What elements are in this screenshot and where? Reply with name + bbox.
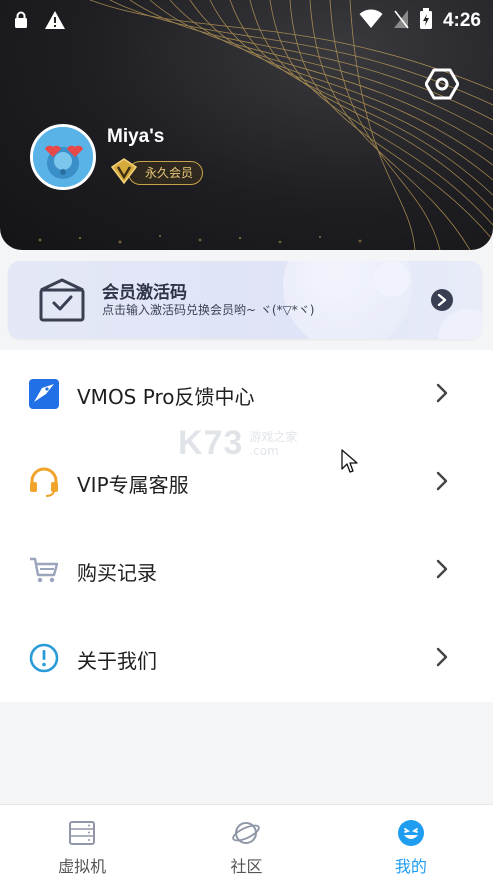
membership-label: 永久会员 <box>128 161 204 185</box>
diamond-vip-icon <box>110 157 138 189</box>
tab-label: 我的 <box>394 857 427 876</box>
username: Miya's <box>107 126 165 147</box>
clock: 4:26 <box>442 10 481 31</box>
activation-title: 会员激活码 <box>102 283 187 303</box>
menu-item-vip-service[interactable]: VIP专属客服 <box>0 438 493 526</box>
battery-charging-icon <box>419 8 433 34</box>
menu-label: VMOS Pro反馈中心 <box>77 385 255 409</box>
smile-face-icon <box>396 819 426 847</box>
tab-label: 社区 <box>230 857 263 876</box>
chevron-right-icon <box>436 383 448 407</box>
no-signal-icon <box>393 9 409 33</box>
gift-box-check-icon <box>38 276 86 326</box>
activation-arrow-icon <box>431 289 453 311</box>
menu-label: VIP专属客服 <box>77 473 189 497</box>
activation-code-card[interactable]: 会员激活码 点击输入激活码兑换会员哟~ ヾ(*▽*ヾ) <box>8 261 482 339</box>
chevron-right-icon <box>436 647 448 671</box>
menu-item-purchase-history[interactable]: 购买记录 <box>0 526 493 614</box>
profile-header: 4:26 Miya's 永久会员 <box>0 0 493 250</box>
chevron-right-icon <box>436 559 448 583</box>
settings-button[interactable] <box>424 68 460 104</box>
virtual-machine-icon <box>67 819 97 847</box>
tab-community[interactable]: 社区 <box>164 805 328 880</box>
tab-label: 虚拟机 <box>58 857 107 876</box>
bottom-tab-bar: 虚拟机 社区 我的 <box>0 804 493 880</box>
status-bar: 4:26 <box>0 0 493 40</box>
menu-label: 关于我们 <box>77 649 157 673</box>
cart-icon <box>28 554 60 586</box>
headset-icon <box>28 466 60 498</box>
avatar-character-icon <box>33 127 93 187</box>
settings-menu: VMOS Pro反馈中心 VIP专属客服 购买记录 关于我们 <box>0 350 493 702</box>
avatar[interactable] <box>30 124 96 190</box>
activation-subtitle: 点击输入激活码兑换会员哟~ ヾ(*▽*ヾ) <box>102 303 315 317</box>
menu-label: 购买记录 <box>77 561 157 585</box>
membership-badge: 永久会员 <box>110 157 204 189</box>
vmos-feedback-icon <box>28 378 60 410</box>
tab-virtual-machine[interactable]: 虚拟机 <box>0 805 164 880</box>
mouse-pointer-icon <box>341 449 359 479</box>
chevron-right-icon <box>436 471 448 495</box>
settings-hexagon-icon <box>424 68 460 104</box>
tab-mine[interactable]: 我的 <box>329 805 493 880</box>
wifi-icon <box>359 9 383 33</box>
info-icon <box>28 642 60 674</box>
warning-icon <box>44 10 66 34</box>
menu-item-about-us[interactable]: 关于我们 <box>0 614 493 702</box>
lock-icon <box>14 11 28 33</box>
menu-item-feedback[interactable]: VMOS Pro反馈中心 <box>0 350 493 438</box>
planet-icon <box>231 819 261 847</box>
